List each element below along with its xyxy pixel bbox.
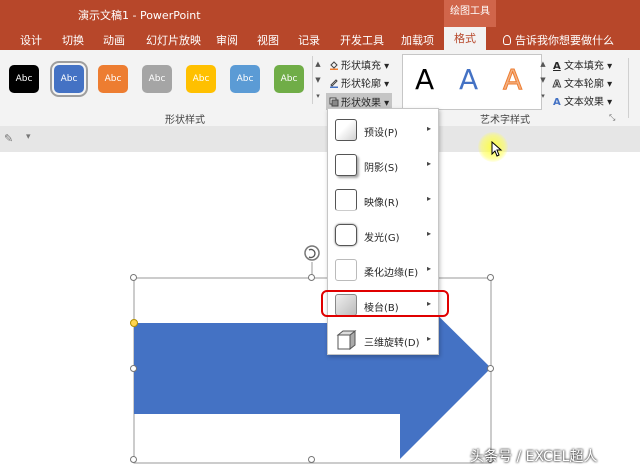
submenu-arrow-icon: ▸ [426, 159, 431, 168]
submenu-arrow-icon: ▸ [426, 194, 431, 203]
resize-handle-bl[interactable] [130, 456, 137, 463]
submenu-arrow-icon: ▸ [426, 264, 431, 273]
submenu-arrow-icon: ▸ [426, 334, 431, 343]
watermark: 头条号 / EXCEL超人 [470, 449, 598, 465]
shape-effects-menu: 预设(P) ▸ 阴影(S) ▸ 映像(R) ▸ 发光(G) ▸ 柔化边缘(E) … [327, 108, 439, 355]
resize-handle-l[interactable] [130, 365, 137, 372]
selected-arrow-shape[interactable] [0, 0, 640, 472]
resize-handle-tr[interactable] [487, 274, 494, 281]
mouse-pointer-icon [491, 141, 503, 157]
bevel-highlight-annotation [321, 290, 449, 317]
resize-handle-t[interactable] [308, 274, 315, 281]
submenu-arrow-icon: ▸ [426, 229, 431, 238]
shadow-thumb-icon [335, 154, 357, 176]
resize-handle-r[interactable] [487, 365, 494, 372]
glow-thumb-icon [335, 224, 357, 246]
menu-item-reflection[interactable]: 映像(R) ▸ [328, 183, 438, 218]
preset-thumb-icon [335, 119, 357, 141]
menu-item-preset[interactable]: 预设(P) ▸ [328, 113, 438, 148]
menu-item-shadow[interactable]: 阴影(S) ▸ [328, 148, 438, 183]
submenu-arrow-icon: ▸ [426, 124, 431, 133]
3d-rotation-thumb-icon [336, 329, 357, 351]
menu-item-glow[interactable]: 发光(G) ▸ [328, 218, 438, 253]
menu-item-soft-edges[interactable]: 柔化边缘(E) ▸ [328, 253, 438, 288]
resize-handle-b[interactable] [308, 456, 315, 463]
menu-item-3d-rotation[interactable]: 三维旋转(D) ▸ [328, 323, 438, 358]
resize-handle-tl[interactable] [130, 274, 137, 281]
soft-edges-thumb-icon [335, 259, 357, 281]
adjust-handle[interactable] [130, 319, 138, 327]
reflection-thumb-icon [335, 189, 357, 211]
